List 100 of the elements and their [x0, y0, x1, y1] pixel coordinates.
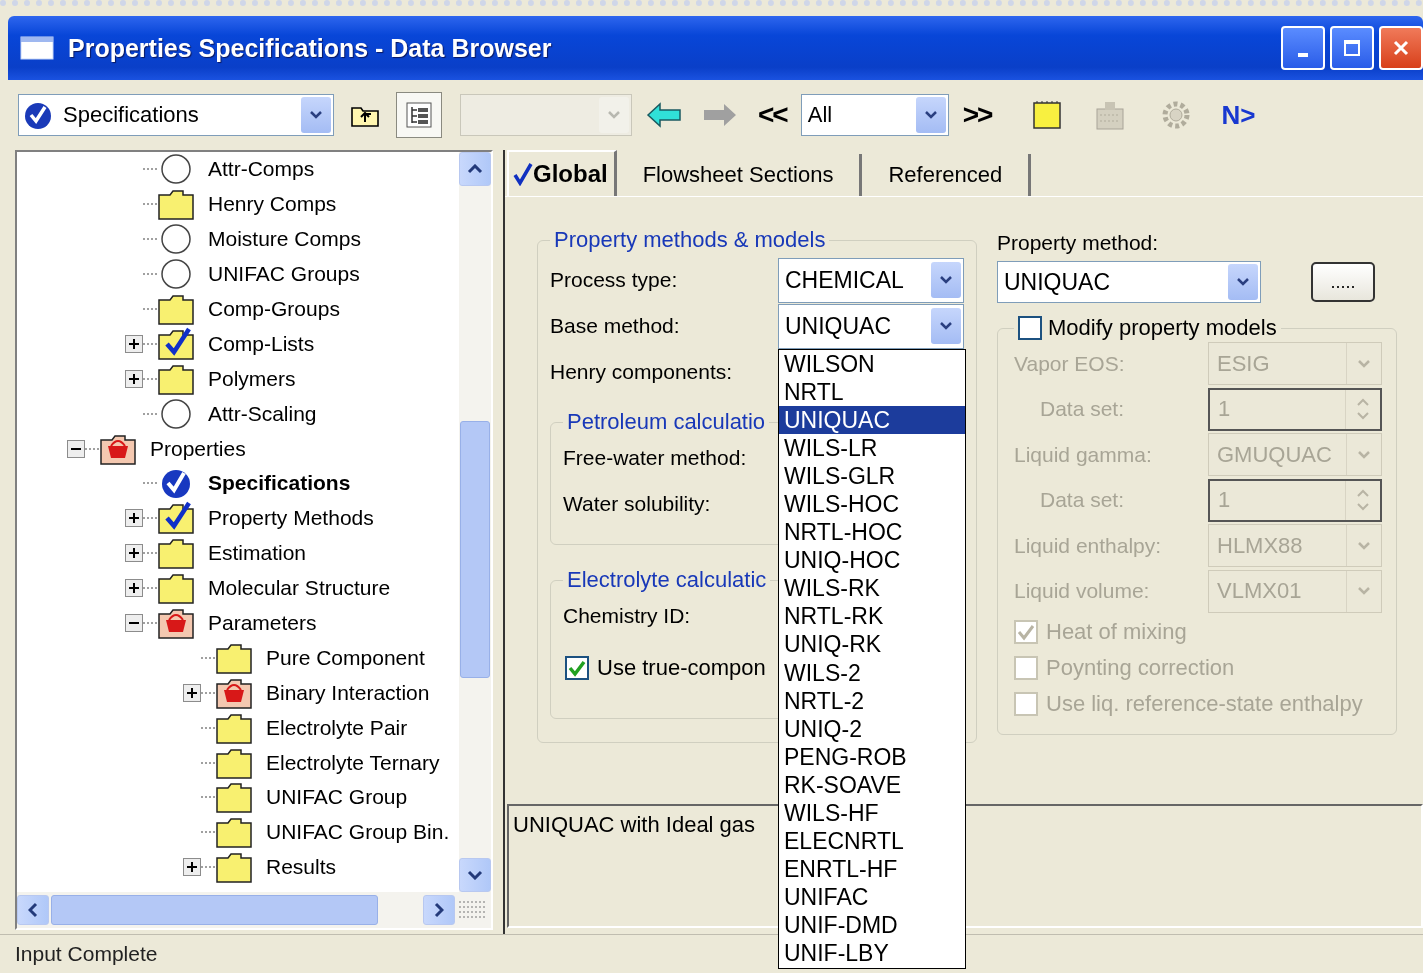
- group-title: Petroleum calculatio: [566, 409, 767, 435]
- tree-item[interactable]: Results: [263, 854, 340, 881]
- tree-item[interactable]: Electrolyte Pair: [263, 714, 411, 741]
- tab[interactable]: Global: [507, 150, 617, 196]
- expand-toggle[interactable]: [125, 334, 143, 353]
- dropdown-option[interactable]: WILS-HF: [779, 799, 965, 828]
- dropdown-option[interactable]: WILS-HOC: [779, 489, 965, 519]
- expand-toggle[interactable]: [183, 858, 201, 877]
- status-text: Input Complete: [15, 942, 158, 966]
- right-arrow-icon: [702, 102, 738, 128]
- scroll-thumb[interactable]: [460, 421, 490, 678]
- dropdown-option[interactable]: WILS-RK: [779, 574, 965, 603]
- check-circle-icon: [23, 100, 53, 130]
- dropdown-option[interactable]: NRTL-RK: [779, 602, 965, 631]
- checkbox[interactable]: [1018, 316, 1042, 340]
- chevron-down-icon: [1357, 358, 1371, 369]
- previous-button[interactable]: <<: [744, 99, 801, 131]
- tree-item[interactable]: Attr-Scaling: [205, 400, 320, 427]
- tree-item[interactable]: UNIFAC Group Bin.: [263, 819, 453, 846]
- group-title: Property methods & models: [553, 227, 827, 253]
- scroll-thumb[interactable]: [51, 895, 378, 925]
- scroll-left-button[interactable]: [17, 895, 49, 925]
- dropdown-option[interactable]: PENG-ROB: [779, 742, 965, 771]
- field-label: Liquid enthalpy:: [1014, 533, 1162, 558]
- tree-item[interactable]: Henry Comps: [205, 191, 340, 218]
- dropdown-option[interactable]: WILS-LR: [779, 433, 965, 462]
- tree-item[interactable]: Property Methods: [205, 505, 377, 532]
- dropdown-option[interactable]: NRTL-HOC: [779, 518, 965, 547]
- expand-toggle[interactable]: [183, 683, 201, 702]
- form-selector[interactable]: Specifications: [18, 94, 334, 136]
- minimize-icon: [1298, 53, 1308, 57]
- field-label: Process type:: [550, 268, 678, 292]
- dropdown-option[interactable]: UNIF-LBY: [779, 939, 965, 968]
- chevron-down-icon: [1357, 586, 1371, 597]
- tree-item[interactable]: Parameters: [205, 610, 320, 636]
- expand-toggle[interactable]: [125, 509, 143, 528]
- tree-item[interactable]: Pure Component: [263, 644, 428, 671]
- tree-item[interactable]: UNIFAC Group: [263, 784, 411, 811]
- dropdown-option[interactable]: WILS-GLR: [779, 461, 965, 490]
- dropdown-option[interactable]: UNIQ-RK: [779, 630, 965, 659]
- tree-item[interactable]: Attr-Comps: [205, 156, 318, 183]
- dropdown-option[interactable]: RK-SOAVE: [779, 770, 965, 799]
- field-label: Data set:: [1039, 488, 1125, 513]
- dropdown-option[interactable]: UNIQ-HOC: [779, 546, 965, 575]
- tree-item[interactable]: Electrolyte Ternary: [263, 749, 443, 776]
- tree-item[interactable]: Comp-Groups: [205, 296, 343, 322]
- dropdown-field[interactable]: UNIQUAC: [997, 261, 1261, 303]
- expand-toggle[interactable]: [125, 579, 143, 598]
- folder-icon: [157, 571, 195, 606]
- tree-item[interactable]: Molecular Structure: [205, 575, 394, 602]
- dropdown-option[interactable]: WILSON: [779, 349, 965, 378]
- tree-item[interactable]: Estimation: [205, 540, 310, 567]
- tree-item[interactable]: Properties: [147, 435, 249, 462]
- tree-item[interactable]: Moisture Comps: [205, 226, 364, 253]
- checkbox[interactable]: [565, 656, 589, 680]
- close-button[interactable]: [1379, 26, 1423, 70]
- next-button[interactable]: >>: [948, 99, 1006, 131]
- tree-item[interactable]: UNIFAC Groups: [205, 261, 363, 288]
- scroll-right-button[interactable]: [423, 895, 455, 925]
- checkbox-label: Modify property models: [1048, 315, 1277, 341]
- dropdown-option[interactable]: ENRTL-HF: [779, 855, 965, 884]
- field-label: Chemistry ID:: [563, 604, 691, 628]
- folder-icon: [215, 780, 253, 815]
- dropdown-option[interactable]: UNIQ-2: [779, 714, 965, 743]
- dropdown-option[interactable]: NRTL-2: [779, 686, 965, 715]
- checkbox-label: Poynting correction: [1046, 655, 1235, 681]
- checked-folder-icon: [157, 326, 195, 361]
- chevron-down-icon: [309, 110, 323, 120]
- tree-view-button[interactable]: [396, 92, 442, 138]
- folder-icon: [215, 850, 253, 885]
- minimize-button[interactable]: [1281, 26, 1325, 70]
- dropdown-option[interactable]: WILS-2: [779, 658, 965, 687]
- expand-toggle[interactable]: [125, 614, 143, 632]
- chevron-down-icon: [1357, 449, 1371, 460]
- expand-toggle[interactable]: [125, 544, 143, 563]
- field-label: Liquid gamma:: [1014, 442, 1152, 467]
- tree-item[interactable]: Specifications: [205, 470, 354, 497]
- dropdown-option[interactable]: ELECNRTL: [779, 827, 965, 856]
- dropdown-option[interactable]: NRTL: [779, 377, 965, 406]
- section-selector[interactable]: All: [800, 94, 949, 136]
- expand-toggle[interactable]: [125, 369, 143, 388]
- close-icon: [1392, 39, 1410, 57]
- dropdown-option[interactable]: UNIFAC: [779, 883, 965, 912]
- tree-item[interactable]: Comp-Lists: [205, 330, 318, 357]
- tree-item[interactable]: Binary Interaction: [263, 679, 433, 706]
- window-title: Properties Specifications - Data Browser: [68, 33, 552, 63]
- field-label: Free-water method:: [563, 446, 747, 470]
- folder-icon: [157, 292, 195, 326]
- checkmark-icon: [513, 162, 533, 186]
- chevron-right-icon: [434, 902, 444, 918]
- expand-toggle[interactable]: [67, 439, 85, 458]
- dropdown-option[interactable]: UNIF-DMD: [779, 911, 965, 940]
- dropdown-field[interactable]: CHEMICAL: [778, 257, 964, 303]
- dropdown-option[interactable]: UNIQUAC: [779, 405, 965, 434]
- next-input-button[interactable]: N>: [1217, 99, 1260, 131]
- tree-item[interactable]: Polymers: [205, 365, 299, 392]
- scroll-down-button[interactable]: [459, 858, 491, 892]
- browse-button[interactable]: .....: [1311, 262, 1375, 302]
- scroll-up-button[interactable]: [459, 152, 491, 186]
- maximize-button[interactable]: [1330, 26, 1374, 70]
